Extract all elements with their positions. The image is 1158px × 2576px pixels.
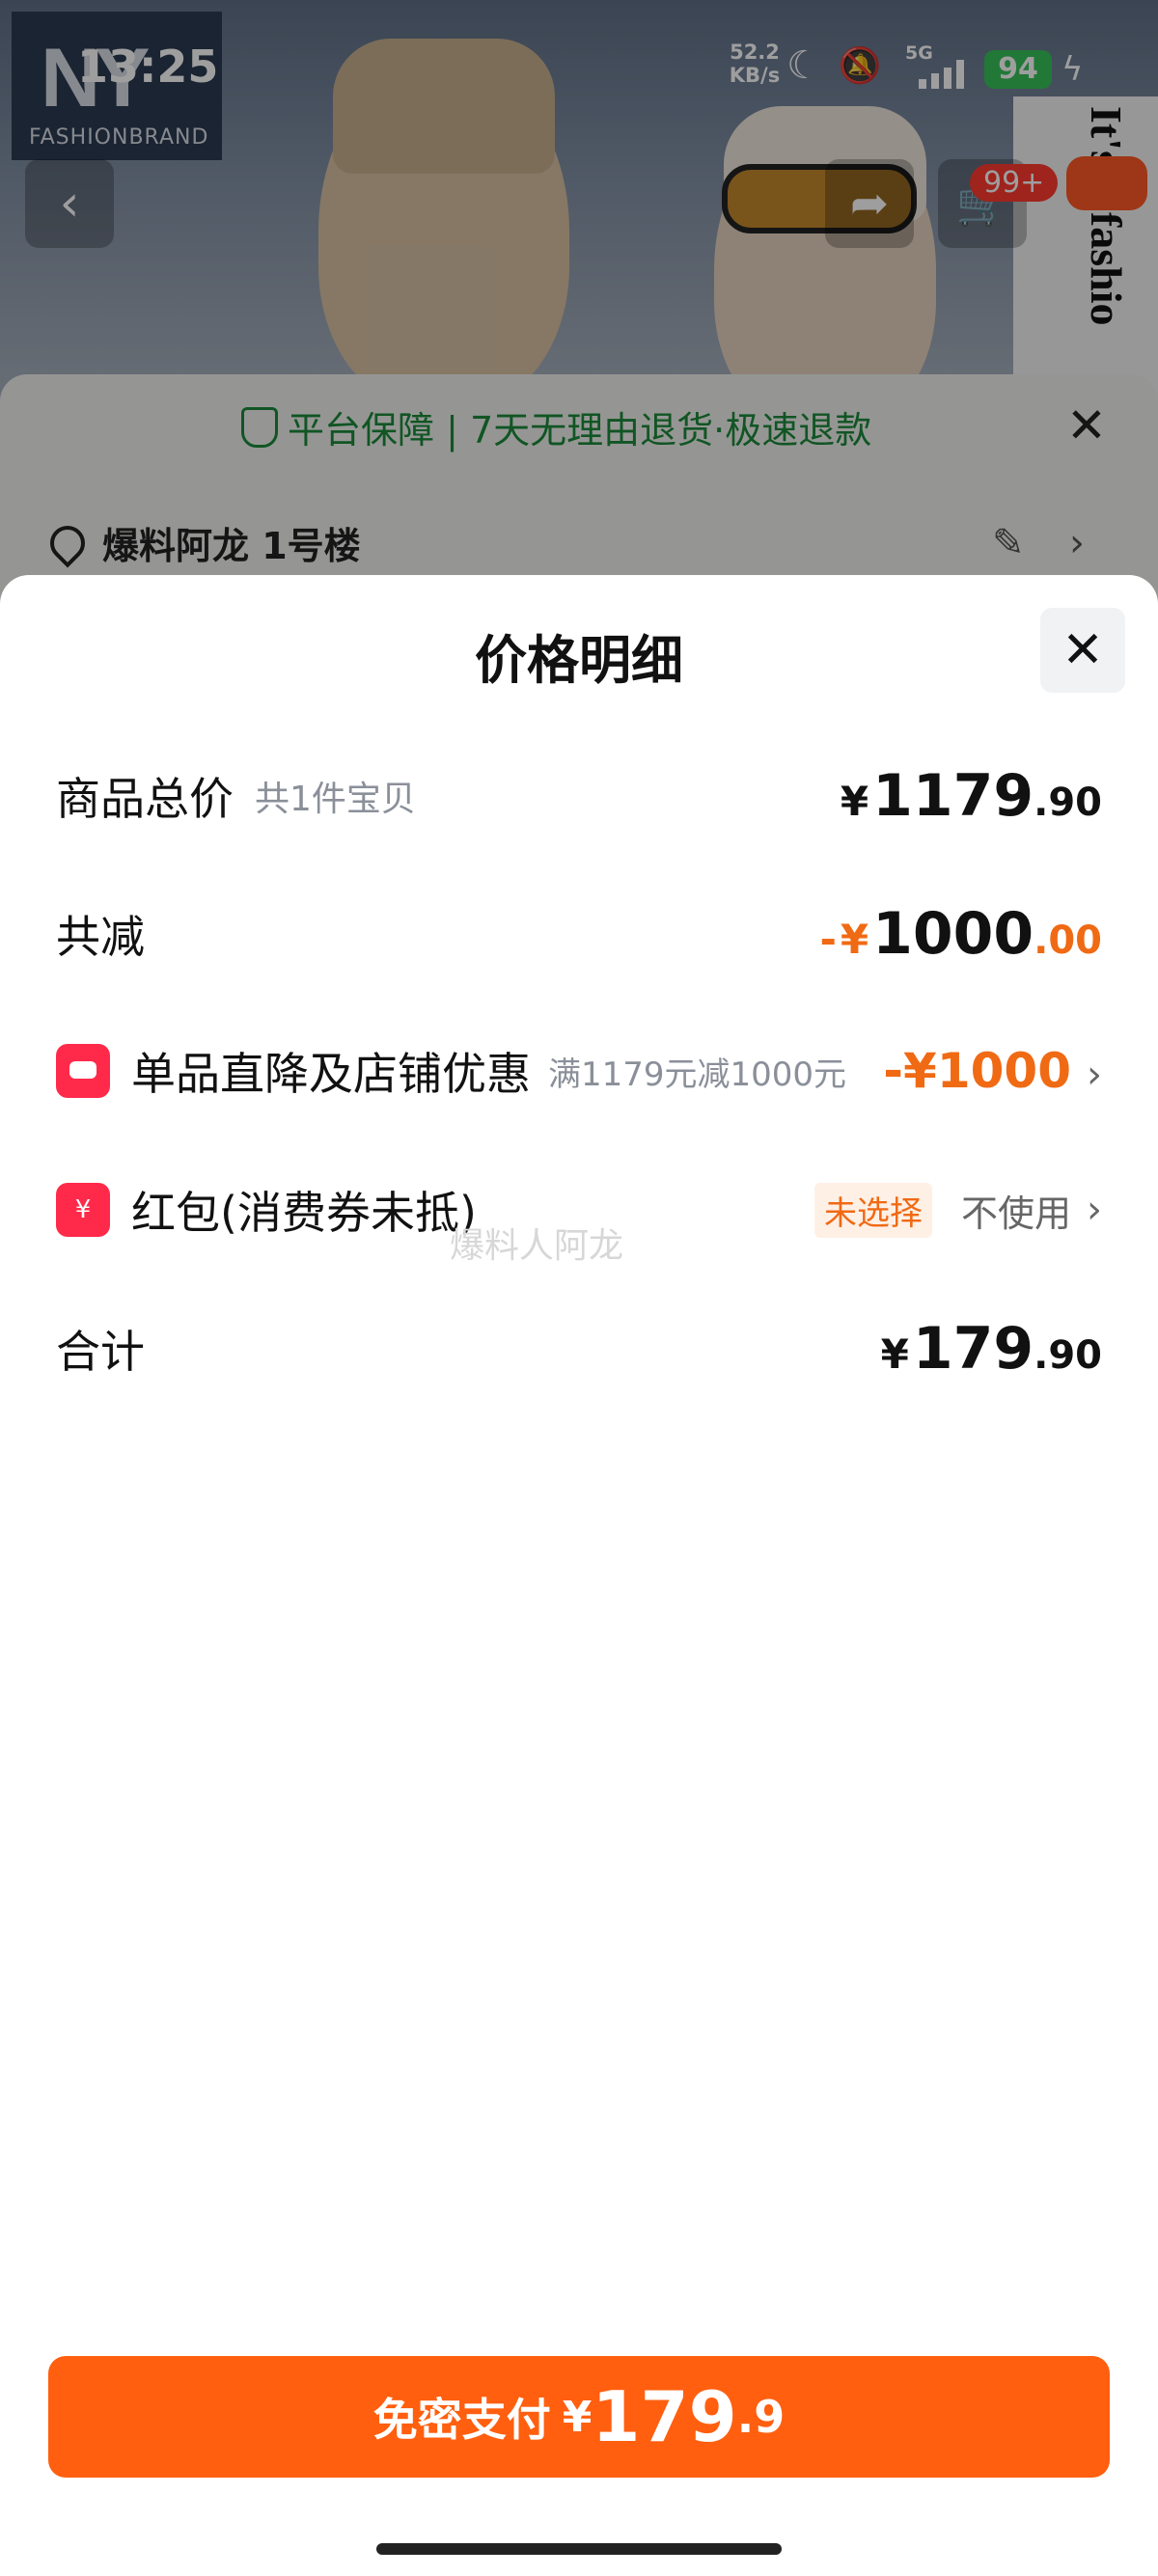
pay-decimal: .9 [736,2391,786,2443]
sum-price: ¥ 179 .90 [881,1315,1102,1383]
price-decimal: .00 [1034,918,1102,963]
price-detail-sheet [0,575,1158,2576]
pay-integer: 179 [592,2376,737,2457]
shop-discount-label: 单品直降及店铺优惠 [131,1048,531,1100]
price-decimal: .90 [1034,781,1102,825]
total-discount-row: 共减 - ¥ 1000 .00 [56,895,1102,973]
pay-currency: ¥ [562,2392,593,2442]
close-icon: ✕ [1062,621,1104,679]
shop-discount-row[interactable]: 单品直降及店铺优惠 满1179元减1000元 -¥1000 › [56,1032,1102,1110]
price-integer: 1000 [872,900,1034,968]
total-goods-row: 商品总价 共1件宝贝 ¥ 1179 .90 [56,757,1102,835]
total-goods-price: ¥ 1179 .90 [841,762,1102,830]
shop-discount-value-wrap: -¥1000 › [883,1043,1102,1099]
price-integer: 1179 [872,762,1034,830]
minus-sign: - [819,916,837,963]
currency-symbol: ¥ [840,778,869,825]
red-packet-value-wrap: 未选择 不使用 › [813,1182,1102,1238]
price-decimal: .90 [1034,1333,1102,1378]
red-packet-label: 红包(消费券未抵) [131,1187,477,1239]
unselected-tag: 未选择 [813,1182,932,1238]
red-packet-value: 不使用 [960,1192,1071,1235]
close-button[interactable]: ✕ [1040,608,1125,693]
currency-symbol: ¥ [840,916,869,963]
pay-button[interactable]: 免密支付 ¥ 179 .9 [48,2356,1110,2478]
item-count: 共1件宝贝 [255,780,416,819]
currency-symbol: ¥ [880,1330,909,1378]
total-discount-label: 共减 [56,911,145,963]
pay-button-label: 免密支付 [372,2394,551,2446]
chevron-right-icon: › [1087,1053,1102,1097]
home-indicator[interactable] [376,2543,782,2555]
price-integer: 179 [912,1315,1034,1383]
sum-label: 合计 [56,1326,145,1378]
watermark: 爆料人阿龙 [450,1226,624,1266]
total-discount-price: - ¥ 1000 .00 [819,900,1102,968]
red-packet-icon: ¥ [56,1183,110,1237]
total-goods-label: 商品总价 [56,773,234,825]
chevron-right-icon: › [1087,1188,1102,1232]
sum-row: 合计 ¥ 179 .90 [56,1310,1102,1387]
shop-discount-rule: 满1179元减1000元 [548,1055,847,1094]
shop-icon [56,1044,110,1098]
shop-discount-value: -¥1000 [883,1043,1071,1099]
sheet-title: 价格明细 [475,630,683,691]
